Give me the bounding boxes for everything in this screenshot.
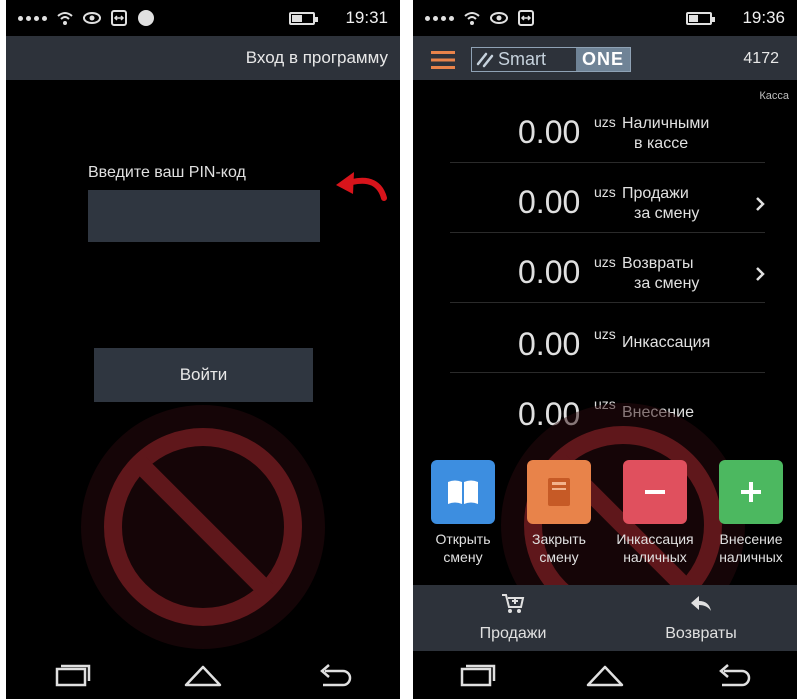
tab-returns[interactable]: Возвраты — [641, 593, 761, 643]
app-header: Вход в программу — [6, 36, 400, 80]
cart-add-icon — [502, 594, 525, 613]
wifi-icon — [464, 12, 480, 25]
action-label-line1: Открыть — [435, 531, 491, 547]
action-label-line2: смену — [443, 549, 483, 565]
row-value: 0.00 — [518, 114, 581, 150]
row-divider — [450, 372, 765, 373]
red-arrow-icon — [336, 172, 387, 201]
status-bar: 19:36 — [413, 0, 797, 36]
row-label-line2: за смену — [634, 275, 700, 292]
row-value: 0.00 — [518, 326, 581, 362]
minus-icon — [623, 460, 687, 524]
eye-icon — [83, 12, 101, 24]
row-label-line1: Возвраты — [622, 255, 694, 272]
action-label-line2: наличных — [623, 549, 687, 565]
logo-mark-icon — [476, 52, 494, 67]
tab-label: Продажи — [479, 625, 547, 642]
login-screen: 19:31 Вход в программу Введите ваш PIN-к… — [6, 0, 400, 699]
close-shift-button[interactable]: Закрыть смену — [514, 460, 604, 566]
back-icon[interactable] — [311, 660, 357, 690]
row-label-line1: Продажи — [622, 185, 689, 202]
cash-deposit-button[interactable]: Внесение наличных — [706, 460, 796, 566]
open-shift-button[interactable]: Открыть смену — [418, 460, 508, 566]
android-nav-bar — [6, 651, 400, 699]
android-nav-bar — [413, 651, 797, 699]
row-currency: uzs — [594, 184, 616, 200]
wifi-icon — [57, 12, 73, 25]
book-icon — [431, 460, 495, 524]
action-label-line1: Внесение — [719, 531, 783, 547]
record-icon — [138, 10, 154, 26]
login-button[interactable]: Войти — [94, 348, 313, 402]
status-bar: 19:31 — [6, 0, 400, 36]
status-time: 19:36 — [742, 8, 785, 27]
screen-cast-icon — [518, 10, 534, 26]
cash-collection-button[interactable]: Инкассация наличных — [610, 460, 700, 566]
logo-one-text: ONE — [575, 48, 630, 71]
action-label-line1: Инкассация — [616, 531, 694, 547]
row-label-line2: за смену — [634, 205, 700, 222]
hamburger-menu-icon[interactable] — [431, 50, 455, 70]
return-arrow-icon — [691, 596, 711, 611]
signal-icon — [18, 15, 47, 21]
home-icon[interactable] — [582, 660, 628, 690]
row-divider — [450, 302, 765, 303]
smart-one-logo: Smart ONE — [471, 47, 631, 72]
tab-label: Возвраты — [665, 625, 737, 642]
eye-icon — [490, 12, 508, 24]
back-icon[interactable] — [710, 660, 756, 690]
row-divider — [450, 232, 765, 233]
row-label-line2: в кассе — [634, 135, 689, 152]
shift-returns-row[interactable]: 0.00 uzs Возвраты за смену — [450, 240, 765, 310]
row-label-line1: Наличными — [622, 115, 710, 132]
row-currency: uzs — [594, 326, 616, 342]
pin-input[interactable] — [88, 190, 320, 242]
action-label-line2: смену — [539, 549, 579, 565]
chevron-right-icon — [756, 267, 765, 281]
tab-sales[interactable]: Продажи — [453, 593, 573, 643]
action-label-line2: наличных — [719, 549, 783, 565]
battery-icon — [686, 11, 716, 25]
row-value: 0.00 — [518, 254, 581, 290]
recents-icon[interactable] — [454, 660, 500, 690]
row-currency: uzs — [594, 254, 616, 270]
shift-sales-row[interactable]: 0.00 uzs Продажи за смену — [450, 170, 765, 240]
plus-icon — [719, 460, 783, 524]
bottom-tab-bar: Продажи Возвраты — [413, 585, 797, 651]
screen-cast-icon — [111, 10, 127, 26]
action-label-line1: Закрыть — [532, 531, 586, 547]
prohibited-watermark-icon — [81, 405, 325, 649]
closed-book-icon — [527, 460, 591, 524]
page-title: Вход в программу — [245, 48, 388, 67]
recents-icon[interactable] — [49, 660, 95, 690]
signal-icon — [425, 15, 454, 21]
battery-icon — [289, 11, 319, 25]
chevron-right-icon — [756, 197, 765, 211]
status-time: 19:31 — [345, 8, 388, 27]
row-label-line1: Инкассация — [622, 334, 711, 351]
cashbox-screen: 19:36 Smart ONE 4172 Касса 0.00 uzs Нали… — [413, 0, 797, 699]
collection-row: 0.00 uzs Инкассация — [450, 310, 765, 380]
row-currency: uzs — [594, 114, 616, 130]
row-divider — [450, 162, 765, 163]
logo-smart-text: Smart — [498, 49, 547, 69]
store-number: 4172 — [743, 50, 779, 67]
cash-in-register-row: 0.00 uzs Наличными в кассе — [450, 100, 765, 170]
home-icon[interactable] — [180, 660, 226, 690]
row-value: 0.00 — [518, 184, 581, 220]
pin-label: Введите ваш PIN-код — [88, 164, 246, 181]
